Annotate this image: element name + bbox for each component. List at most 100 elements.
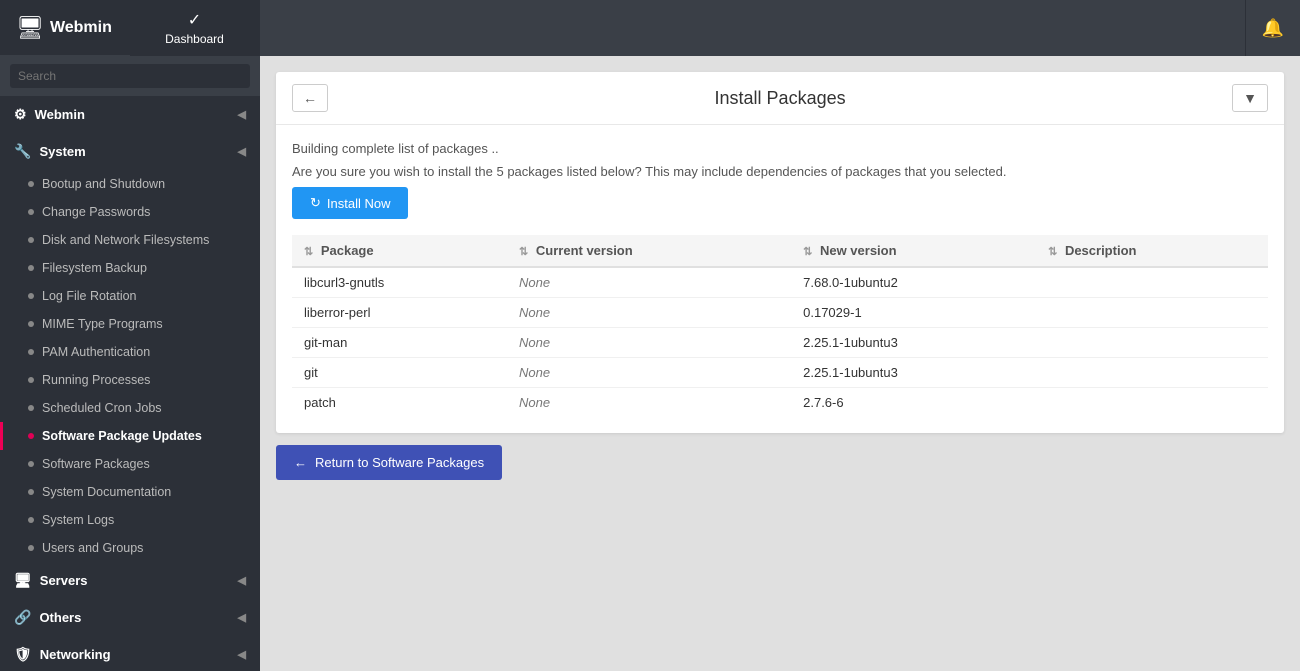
webmin-section-icon: ⚙ <box>14 106 27 123</box>
sidebar-item-filesystem-backup-label: Filesystem Backup <box>42 261 147 275</box>
sidebar-item-users-groups[interactable]: Users and Groups <box>0 534 260 562</box>
sidebar-section-networking[interactable]: 🛡 Networking ◀ <box>0 636 260 671</box>
top-header: 🔔 <box>260 0 1300 56</box>
cell-package-4: patch <box>292 388 507 418</box>
sidebar-item-running-processes[interactable]: Running Processes <box>0 366 260 394</box>
system-logs-dot <box>28 517 34 523</box>
bootup-dot <box>28 181 34 187</box>
table-row: gitNone2.25.1-1ubuntu3 <box>292 358 1268 388</box>
return-section: ← Return to Software Packages <box>276 445 1284 480</box>
sidebar-section-webmin-label: Webmin <box>35 107 85 122</box>
others-section-arrow: ◀ <box>238 611 246 624</box>
cell-current-3: None <box>507 358 791 388</box>
table-row: patchNone2.7.6-6 <box>292 388 1268 418</box>
software-packages-dot <box>28 461 34 467</box>
webmin-logo-icon: 🖥 <box>16 15 44 41</box>
cell-package-0: libcurl3-gnutls <box>292 267 507 298</box>
system-docs-dot <box>28 489 34 495</box>
table-row: liberror-perlNone0.17029-1 <box>292 298 1268 328</box>
table-row: libcurl3-gnutlsNone7.68.0-1ubuntu2 <box>292 267 1268 298</box>
col-new-version[interactable]: ⇅ New version <box>791 235 1036 267</box>
disk-network-dot <box>28 237 34 243</box>
webmin-section-arrow: ◀ <box>238 108 246 121</box>
sidebar-item-software-updates-label: Software Package Updates <box>42 429 202 443</box>
sidebar-item-pam[interactable]: PAM Authentication <box>0 338 260 366</box>
sidebar-item-filesystem-backup[interactable]: Filesystem Backup <box>0 254 260 282</box>
return-arrow-icon: ← <box>294 455 307 470</box>
cell-new-1: 0.17029-1 <box>791 298 1036 328</box>
sidebar-search-container <box>0 56 260 96</box>
col-current-version[interactable]: ⇅ Current version <box>507 235 791 267</box>
col-desc-label: Description <box>1065 243 1137 258</box>
users-groups-dot <box>28 545 34 551</box>
back-button[interactable]: ← <box>292 84 328 112</box>
sidebar-item-change-passwords[interactable]: Change Passwords <box>0 198 260 226</box>
sidebar-item-log-file-label: Log File Rotation <box>42 289 137 303</box>
search-input[interactable] <box>10 64 250 88</box>
sidebar-item-system-logs-label: System Logs <box>42 513 114 527</box>
sidebar-item-disk-network[interactable]: Disk and Network Filesystems <box>0 226 260 254</box>
sidebar-item-cron[interactable]: Scheduled Cron Jobs <box>0 394 260 422</box>
cell-package-3: git <box>292 358 507 388</box>
col-new-label: New version <box>820 243 897 258</box>
packages-table: ⇅ Package ⇅ Current version ⇅ New versio… <box>292 235 1268 417</box>
filter-icon: ▼ <box>1243 90 1257 106</box>
page-title: Install Packages <box>328 88 1232 109</box>
content-area: ← Install Packages ▼ Building complete l… <box>260 56 1300 671</box>
cell-desc-4 <box>1036 388 1268 418</box>
sidebar-item-system-docs[interactable]: System Documentation <box>0 478 260 506</box>
sidebar-item-pam-label: PAM Authentication <box>42 345 150 359</box>
cell-desc-1 <box>1036 298 1268 328</box>
sidebar-section-system-label: System <box>39 144 85 159</box>
dashboard-icon: ✓ <box>188 10 201 30</box>
col-description[interactable]: ⇅ Description <box>1036 235 1268 267</box>
filter-button[interactable]: ▼ <box>1232 84 1268 112</box>
servers-section-arrow: ◀ <box>238 574 246 587</box>
sort-desc-icon: ⇅ <box>1048 246 1057 258</box>
sidebar-item-software-packages[interactable]: Software Packages <box>0 450 260 478</box>
sidebar-item-mime-type-label: MIME Type Programs <box>42 317 163 331</box>
cell-desc-2 <box>1036 328 1268 358</box>
return-button[interactable]: ← Return to Software Packages <box>276 445 502 480</box>
return-button-label: Return to Software Packages <box>315 455 484 470</box>
sidebar-item-software-packages-label: Software Packages <box>42 457 150 471</box>
sidebar-item-software-updates[interactable]: Software Package Updates <box>0 422 260 450</box>
cell-current-4: None <box>507 388 791 418</box>
sidebar-section-networking-label: Networking <box>40 647 111 662</box>
dashboard-nav-item[interactable]: ✓ Dashboard <box>130 0 260 56</box>
system-section-icon: 🔧 <box>14 143 31 160</box>
change-passwords-dot <box>28 209 34 215</box>
building-text: Building complete list of packages .. <box>292 141 1268 156</box>
sidebar-item-bootup-label: Bootup and Shutdown <box>42 177 165 191</box>
pam-dot <box>28 349 34 355</box>
cell-new-0: 7.68.0-1ubuntu2 <box>791 267 1036 298</box>
sidebar-section-others[interactable]: 🔗 Others ◀ <box>0 599 260 636</box>
confirm-text: Are you sure you wish to install the 5 p… <box>292 164 1268 179</box>
sidebar-section-webmin[interactable]: ⚙ Webmin ◀ <box>0 96 260 133</box>
install-now-button[interactable]: ↻ Install Now <box>292 187 408 219</box>
cell-package-2: git-man <box>292 328 507 358</box>
refresh-icon: ↻ <box>310 195 321 211</box>
sidebar-item-system-docs-label: System Documentation <box>42 485 171 499</box>
notification-button[interactable]: 🔔 <box>1245 0 1300 56</box>
install-packages-card: ← Install Packages ▼ Building complete l… <box>276 72 1284 433</box>
cell-new-2: 2.25.1-1ubuntu3 <box>791 328 1036 358</box>
sidebar-section-system[interactable]: 🔧 System ◀ <box>0 133 260 170</box>
sidebar-item-mime-type[interactable]: MIME Type Programs <box>0 310 260 338</box>
cell-current-1: None <box>507 298 791 328</box>
col-package[interactable]: ⇅ Package <box>292 235 507 267</box>
networking-section-icon: 🛡 <box>14 646 32 663</box>
sidebar-section-servers-label: Servers <box>40 573 88 588</box>
card-body: Building complete list of packages .. Ar… <box>276 125 1284 433</box>
cell-current-0: None <box>507 267 791 298</box>
sort-current-icon: ⇅ <box>519 246 528 258</box>
sidebar-item-system-logs[interactable]: System Logs <box>0 506 260 534</box>
sidebar-item-log-file[interactable]: Log File Rotation <box>0 282 260 310</box>
sidebar-item-bootup[interactable]: Bootup and Shutdown <box>0 170 260 198</box>
sidebar-item-cron-label: Scheduled Cron Jobs <box>42 401 162 415</box>
cell-new-4: 2.7.6-6 <box>791 388 1036 418</box>
sort-package-icon: ⇅ <box>304 246 313 258</box>
sidebar-section-servers[interactable]: 🖥 Servers ◀ <box>0 562 260 599</box>
system-section-arrow: ◀ <box>238 145 246 158</box>
table-row: git-manNone2.25.1-1ubuntu3 <box>292 328 1268 358</box>
